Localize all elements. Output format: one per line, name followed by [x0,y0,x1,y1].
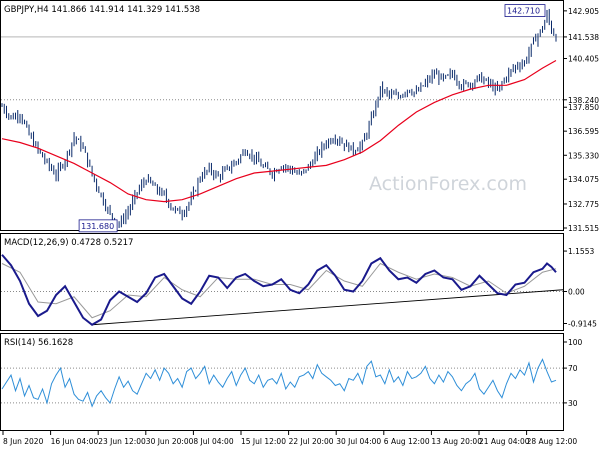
price-tick-label: 140.405 [568,55,599,64]
rsi-header: RSI(14) 56.1628 [4,338,73,348]
rsi-tick-label: 70 [568,364,578,373]
price-tick-label: 141.538 [568,33,599,42]
time-tick-label: 30 Jul 04:00 [336,437,381,446]
macd-trendline [92,289,564,326]
price-panel-frame [0,0,564,231]
price-header: GBPJPY,H4 141.866 141.914 141.329 141.53… [4,5,200,15]
price-bars [1,8,557,228]
price-tick-label: 135.330 [568,151,599,160]
time-tick-label: 6 Aug 12:00 [384,437,430,446]
price-annotations: 142.710 131.680 [78,4,546,233]
time-axis: 8 Jun 2020 16 Jun 04:00 23 Jun 12:00 30 Jun… [2,431,578,446]
chart-window: ActionForex.com GBPJPY,H4 141.866 141.91… [0,0,599,446]
time-tick-label: 22 Jul 20:00 [289,437,334,446]
macd-panel-frame [0,233,564,331]
macd-axis: 1.1553 0.00 -0.9145 [563,247,597,329]
time-tick-label: 8 Jun 2020 [3,437,44,446]
high-annotation: 142.710 [507,7,540,16]
rsi-line [1,358,557,408]
price-tick-label: 131.515 [568,224,599,233]
price-tick-label: 136.595 [568,127,599,136]
macd-tick-label: -0.9145 [568,320,597,329]
macd-main-line [1,254,557,326]
time-tick-label: 8 Jul 04:00 [193,437,233,446]
price-tick-label: 142.905 [568,7,599,16]
price-axis: 142.905141.538140.405138.240137.850136.5… [563,7,599,233]
rsi-plot [1,358,563,408]
rsi-tick-label: 30 [568,399,578,408]
time-tick-label: 15 Jul 12:00 [241,437,286,446]
macd-plot [1,254,564,326]
time-tick-label: 21 Aug 04:00 [479,437,530,446]
macd-tick-label: 1.1553 [568,247,594,256]
time-tick-label: 30 Jun 20:00 [146,437,194,446]
macd-tick-label: 0.00 [568,288,585,297]
macd-signal-line [1,262,557,319]
macd-header: MACD(12,26,9) 0.4728 0.5217 [4,238,133,248]
time-tick-label: 13 Aug 20:00 [431,437,482,446]
price-tick-label: 132.775 [568,200,599,209]
time-tick-label: 23 Jun 12:00 [98,437,146,446]
price-tick-label: 134.075 [568,175,599,184]
rsi-axis: 100 70 30 [563,338,583,408]
rsi-panel-frame [0,333,564,431]
price-tick-label: 137.850 [568,103,599,112]
low-annotation: 131.680 [81,222,114,231]
time-tick-label: 16 Jun 04:00 [51,437,99,446]
watermark: ActionForex.com [369,173,527,195]
time-tick-label: 28 Aug 12:00 [527,437,578,446]
rsi-tick-label: 100 [568,338,583,347]
price-level-lines [1,36,563,101]
